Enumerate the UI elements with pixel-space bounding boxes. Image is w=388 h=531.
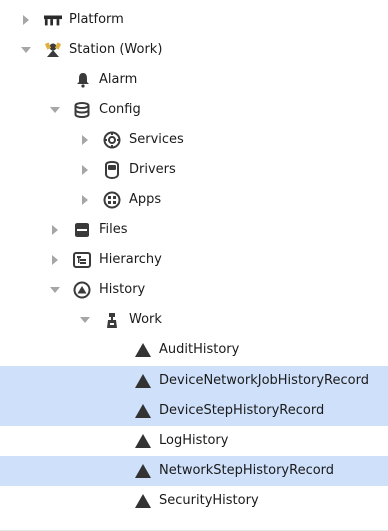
- tree-item-label: Drivers: [129, 162, 176, 177]
- history-record-icon: [134, 341, 152, 359]
- expand-arrow-icon[interactable]: [79, 134, 91, 146]
- tree-item-services[interactable]: Services: [0, 125, 388, 155]
- history-icon: [73, 281, 91, 299]
- tree-item-files[interactable]: Files: [0, 215, 388, 245]
- tree-item-label: SecurityHistory: [159, 493, 259, 508]
- tree-item-audit-history[interactable]: AuditHistory: [0, 335, 388, 365]
- drivers-icon: [103, 161, 121, 179]
- services-gear-icon: [103, 131, 121, 149]
- tree-item-label: AuditHistory: [159, 342, 240, 357]
- history-record-icon: [134, 372, 152, 390]
- expand-arrow-icon[interactable]: [49, 254, 61, 266]
- platform-icon: [44, 11, 62, 29]
- nav-tree: Platform Station (Work) Alarm Config Ser…: [0, 0, 388, 531]
- tree-item-label: DeviceStepHistoryRecord: [159, 403, 325, 418]
- tree-item-station[interactable]: Station (Work): [0, 35, 388, 65]
- tree-item-label: Services: [129, 132, 184, 147]
- tree-item-hierarchy[interactable]: Hierarchy: [0, 245, 388, 275]
- tree-item-work[interactable]: Work: [0, 305, 388, 335]
- tree-item-platform[interactable]: Platform: [0, 5, 388, 35]
- tree-item-label: NetworkStepHistoryRecord: [159, 463, 335, 478]
- station-icon: [44, 41, 62, 59]
- expand-arrow-icon[interactable]: [20, 14, 32, 26]
- tree-item-label: Config: [99, 102, 141, 117]
- tree-item-history[interactable]: History: [0, 275, 388, 305]
- history-record-icon: [134, 402, 152, 420]
- history-record-icon: [134, 462, 152, 480]
- tree-item-label: Alarm: [99, 72, 138, 87]
- apps-grid-icon: [103, 191, 121, 209]
- hierarchy-icon: [73, 251, 91, 269]
- tree-item-label: Hierarchy: [99, 252, 162, 267]
- tree-item-config[interactable]: Config: [0, 95, 388, 125]
- tree-item-network-step-history-record[interactable]: NetworkStepHistoryRecord: [0, 456, 388, 486]
- tree-item-log-history[interactable]: LogHistory: [0, 426, 388, 456]
- expand-arrow-icon[interactable]: [49, 224, 61, 236]
- history-record-icon: [134, 492, 152, 510]
- tree-item-label: Platform: [69, 12, 124, 27]
- tree-item-label: History: [99, 282, 146, 297]
- history-record-icon: [134, 432, 152, 450]
- expand-arrow-icon[interactable]: [79, 164, 91, 176]
- tree-item-label: LogHistory: [159, 433, 229, 448]
- tree-item-label: Files: [99, 222, 128, 237]
- tree-item-label: Work: [129, 312, 162, 327]
- tree-item-label: DeviceNetworkJobHistoryRecord: [159, 373, 369, 388]
- collapse-arrow-icon[interactable]: [49, 104, 61, 116]
- tree-item-label: Apps: [129, 192, 162, 207]
- tree-item-device-network-job-history-record[interactable]: DeviceNetworkJobHistoryRecord: [0, 366, 388, 396]
- collapse-arrow-icon[interactable]: [49, 284, 61, 296]
- tree-item-security-history[interactable]: SecurityHistory: [0, 486, 388, 516]
- collapse-arrow-icon[interactable]: [79, 314, 91, 326]
- collapse-arrow-icon[interactable]: [20, 44, 32, 56]
- tree-item-apps[interactable]: Apps: [0, 185, 388, 215]
- expand-arrow-icon[interactable]: [79, 194, 91, 206]
- tree-item-device-step-history-record[interactable]: DeviceStepHistoryRecord: [0, 396, 388, 426]
- tree-item-alarm[interactable]: Alarm: [0, 65, 388, 95]
- tree-item-label: Station (Work): [69, 42, 163, 57]
- bell-icon: [74, 71, 92, 89]
- work-device-icon: [103, 311, 121, 329]
- files-icon: [73, 221, 91, 239]
- tree-item-drivers[interactable]: Drivers: [0, 155, 388, 185]
- database-icon: [73, 101, 91, 119]
